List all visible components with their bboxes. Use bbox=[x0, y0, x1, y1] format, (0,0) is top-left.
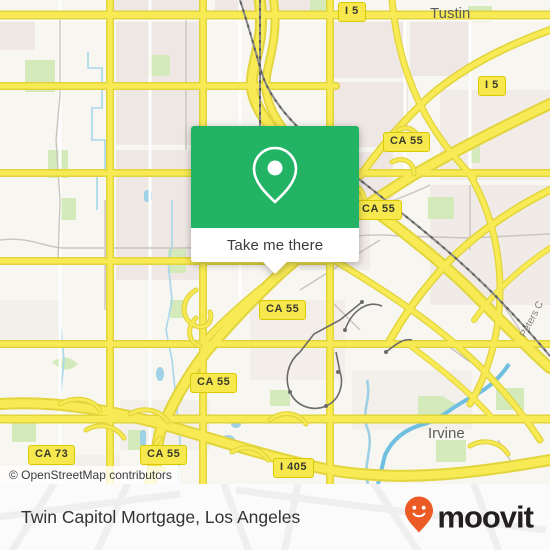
place-label: Irvine bbox=[428, 425, 465, 442]
route-shield: CA 55 bbox=[259, 300, 307, 320]
route-shield: CA 73 bbox=[28, 445, 76, 465]
map-pin-icon bbox=[248, 143, 302, 212]
route-shield: CA 55 bbox=[355, 200, 403, 220]
route-shield: CA 55 bbox=[383, 132, 431, 152]
attribution-text: © OpenStreetMap contributors bbox=[9, 468, 172, 482]
route-shield: CA 55 bbox=[190, 373, 238, 393]
moovit-wordmark: moovit bbox=[437, 499, 534, 535]
take-me-there-button[interactable]: Take me there bbox=[191, 228, 359, 274]
moovit-brand[interactable]: moovit bbox=[404, 496, 534, 539]
map-attribution[interactable]: © OpenStreetMap contributors bbox=[0, 466, 180, 484]
route-shield: I 5 bbox=[338, 2, 366, 22]
route-shield: CA 55 bbox=[140, 445, 188, 465]
location-popup-card[interactable]: Take me there bbox=[191, 126, 359, 274]
map-result-screen: I 5 I 5 CA 55 CA 55 CA 55 CA 55 CA 73 CA 55 I 40… bbox=[0, 0, 550, 550]
footer-bar: Twin Capitol Mortgage, Los Angeles moovi… bbox=[0, 484, 550, 550]
place-label: Tustin bbox=[430, 5, 471, 22]
result-title: Twin Capitol Mortgage, Los Angeles bbox=[21, 506, 301, 527]
route-shield: I 405 bbox=[273, 458, 314, 478]
moovit-smiley-pin-icon bbox=[404, 496, 434, 539]
popup-pin-area bbox=[191, 126, 359, 228]
route-shield: I 5 bbox=[478, 76, 506, 96]
popup-tail bbox=[263, 262, 287, 274]
take-me-there-label: Take me there bbox=[226, 236, 324, 254]
map-canvas[interactable]: I 5 I 5 CA 55 CA 55 CA 55 CA 55 CA 73 CA 55 I 40… bbox=[0, 0, 550, 484]
